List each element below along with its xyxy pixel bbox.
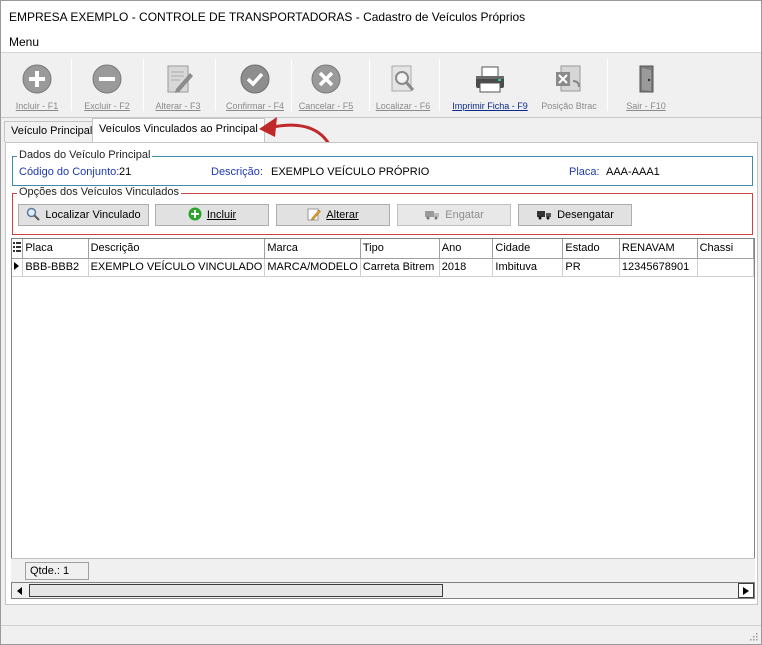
- tab-panel: Dados do Veículo Principal Código do Con…: [5, 142, 758, 605]
- tab-veiculos-vinculados[interactable]: Veículos Vinculados ao Principal: [92, 118, 265, 142]
- posicao-btrac-button[interactable]: Posição Btrac: [537, 57, 601, 115]
- grid-footer: Qtde.: 1: [11, 558, 755, 582]
- group-title: Dados do Veículo Principal: [17, 149, 153, 161]
- title-bar: EMPRESA EXEMPLO - CONTROLE DE TRANSPORTA…: [1, 1, 761, 33]
- codigo-conjunto-value: 21: [119, 166, 132, 178]
- toolbar-separator: [369, 59, 370, 111]
- plus-circle-icon: [20, 62, 54, 96]
- grid-table: Placa Descrição Marca Tipo Ano Cidade Es…: [12, 239, 755, 277]
- cell-descricao[interactable]: EXEMPLO VEÍCULO VINCULADO: [88, 258, 266, 277]
- toolbar-separator: [607, 59, 608, 111]
- col-ano[interactable]: Ano: [439, 239, 494, 259]
- desengatar-button[interactable]: Desengatar: [518, 204, 632, 226]
- imprimir-ficha-button[interactable]: Imprimir Ficha - F9: [447, 57, 533, 115]
- row-indicator: [12, 258, 24, 277]
- toolbar-separator: [143, 59, 144, 111]
- incluir-button[interactable]: Incluir - F1: [7, 57, 67, 115]
- menu-item[interactable]: Menu: [9, 35, 39, 49]
- dados-veiculo-principal-group: Dados do Veículo Principal Código do Con…: [12, 149, 753, 186]
- toolbar-separator: [215, 59, 216, 111]
- tab-strip: Veículo Principal Veículos Vinculados ao…: [1, 118, 761, 142]
- cell-renavam[interactable]: 12345678901: [619, 258, 698, 277]
- placa-label: Placa:: [569, 166, 600, 178]
- engatar-button[interactable]: Engatar: [397, 204, 511, 226]
- confirmar-button[interactable]: Confirmar - F4: [221, 57, 289, 115]
- qtde-counter: Qtde.: 1: [25, 562, 89, 580]
- plus-circle-icon: [188, 207, 202, 224]
- x-circle-icon: [309, 62, 343, 96]
- pencil-edit-icon: [307, 207, 322, 224]
- group-title: Opções dos Veículos Vinculados: [17, 186, 182, 198]
- current-row-arrow-icon: [14, 261, 19, 270]
- col-placa[interactable]: Placa: [22, 239, 89, 259]
- magnifier-icon: [26, 207, 41, 224]
- col-marca[interactable]: Marca: [264, 239, 361, 259]
- table-row[interactable]: BBB-BBB2 EXEMPLO VEÍCULO VINCULADO MARCA…: [12, 258, 755, 277]
- opcoes-veiculos-vinculados-group: Opções dos Veículos Vinculados Localizar…: [12, 186, 753, 235]
- cell-estado[interactable]: PR: [562, 258, 620, 277]
- excel-document-icon: [552, 62, 586, 96]
- alterar-button[interactable]: Alterar - F3: [147, 57, 209, 115]
- alterar-vinculado-button[interactable]: Alterar: [276, 204, 390, 226]
- col-descricao[interactable]: Descrição: [88, 239, 266, 259]
- codigo-conjunto-label: Código do Conjunto:: [19, 166, 120, 178]
- toolbar-separator: [439, 59, 440, 111]
- col-estado[interactable]: Estado: [562, 239, 620, 259]
- tab-veiculo-principal[interactable]: Veículo Principal: [4, 121, 100, 142]
- horizontal-scrollbar[interactable]: [11, 582, 755, 599]
- scrollbar-thumb[interactable]: [29, 584, 443, 597]
- localizar-button[interactable]: Localizar - F6: [373, 57, 433, 115]
- descricao-label: Descrição:: [211, 166, 263, 178]
- excluir-button[interactable]: Excluir - F2: [77, 57, 137, 115]
- truck-unhitch-icon: [536, 208, 552, 223]
- incluir-vinculado-button[interactable]: Incluir: [155, 204, 269, 226]
- column-list-icon: [13, 241, 21, 252]
- app-window: EMPRESA EXEMPLO - CONTROLE DE TRANSPORTA…: [0, 0, 762, 645]
- cell-cidade[interactable]: Imbituva: [492, 258, 564, 277]
- scroll-left-icon[interactable]: [12, 583, 28, 598]
- col-renavam[interactable]: RENAVAM: [619, 239, 698, 259]
- window-title: EMPRESA EXEMPLO - CONTROLE DE TRANSPORTA…: [9, 10, 526, 24]
- descricao-value: EXEMPLO VEÍCULO PRÓPRIO: [271, 166, 430, 178]
- placa-value: AAA-AAA1: [606, 166, 660, 178]
- vinculados-grid[interactable]: Placa Descrição Marca Tipo Ano Cidade Es…: [11, 238, 755, 582]
- col-cidade[interactable]: Cidade: [492, 239, 564, 259]
- localizar-vinculado-button[interactable]: Localizar Vinculado: [18, 204, 149, 226]
- status-bar: [1, 625, 761, 644]
- resize-grip-icon[interactable]: [748, 631, 758, 641]
- menu-bar: Menu: [1, 33, 761, 52]
- scroll-right-icon[interactable]: [738, 583, 754, 598]
- cell-tipo[interactable]: Carreta Bitrem: [360, 258, 440, 277]
- toolbar: Incluir - F1 Excluir - F2 Alterar - F3 C…: [1, 52, 761, 118]
- col-chassi[interactable]: Chassi: [697, 239, 755, 259]
- row-selector-header[interactable]: [12, 239, 24, 259]
- door-exit-icon: [629, 62, 663, 96]
- search-document-icon: [386, 62, 420, 96]
- col-tipo[interactable]: Tipo: [360, 239, 440, 259]
- cell-ano[interactable]: 2018: [439, 258, 494, 277]
- check-circle-icon: [238, 62, 272, 96]
- truck-hitch-icon: [424, 208, 440, 223]
- minus-circle-icon: [90, 62, 124, 96]
- sair-button[interactable]: Sair - F10: [615, 57, 677, 115]
- toolbar-separator: [71, 59, 72, 111]
- cancelar-button[interactable]: Cancelar - F5: [295, 57, 357, 115]
- grid-header-row: Placa Descrição Marca Tipo Ano Cidade Es…: [12, 239, 755, 259]
- cell-marca[interactable]: MARCA/MODELO: [264, 258, 361, 277]
- cell-placa[interactable]: BBB-BBB2: [22, 258, 89, 277]
- toolbar-separator: [291, 59, 292, 111]
- edit-document-icon: [161, 62, 195, 96]
- printer-icon: [473, 62, 507, 96]
- cell-chassi[interactable]: [697, 258, 755, 277]
